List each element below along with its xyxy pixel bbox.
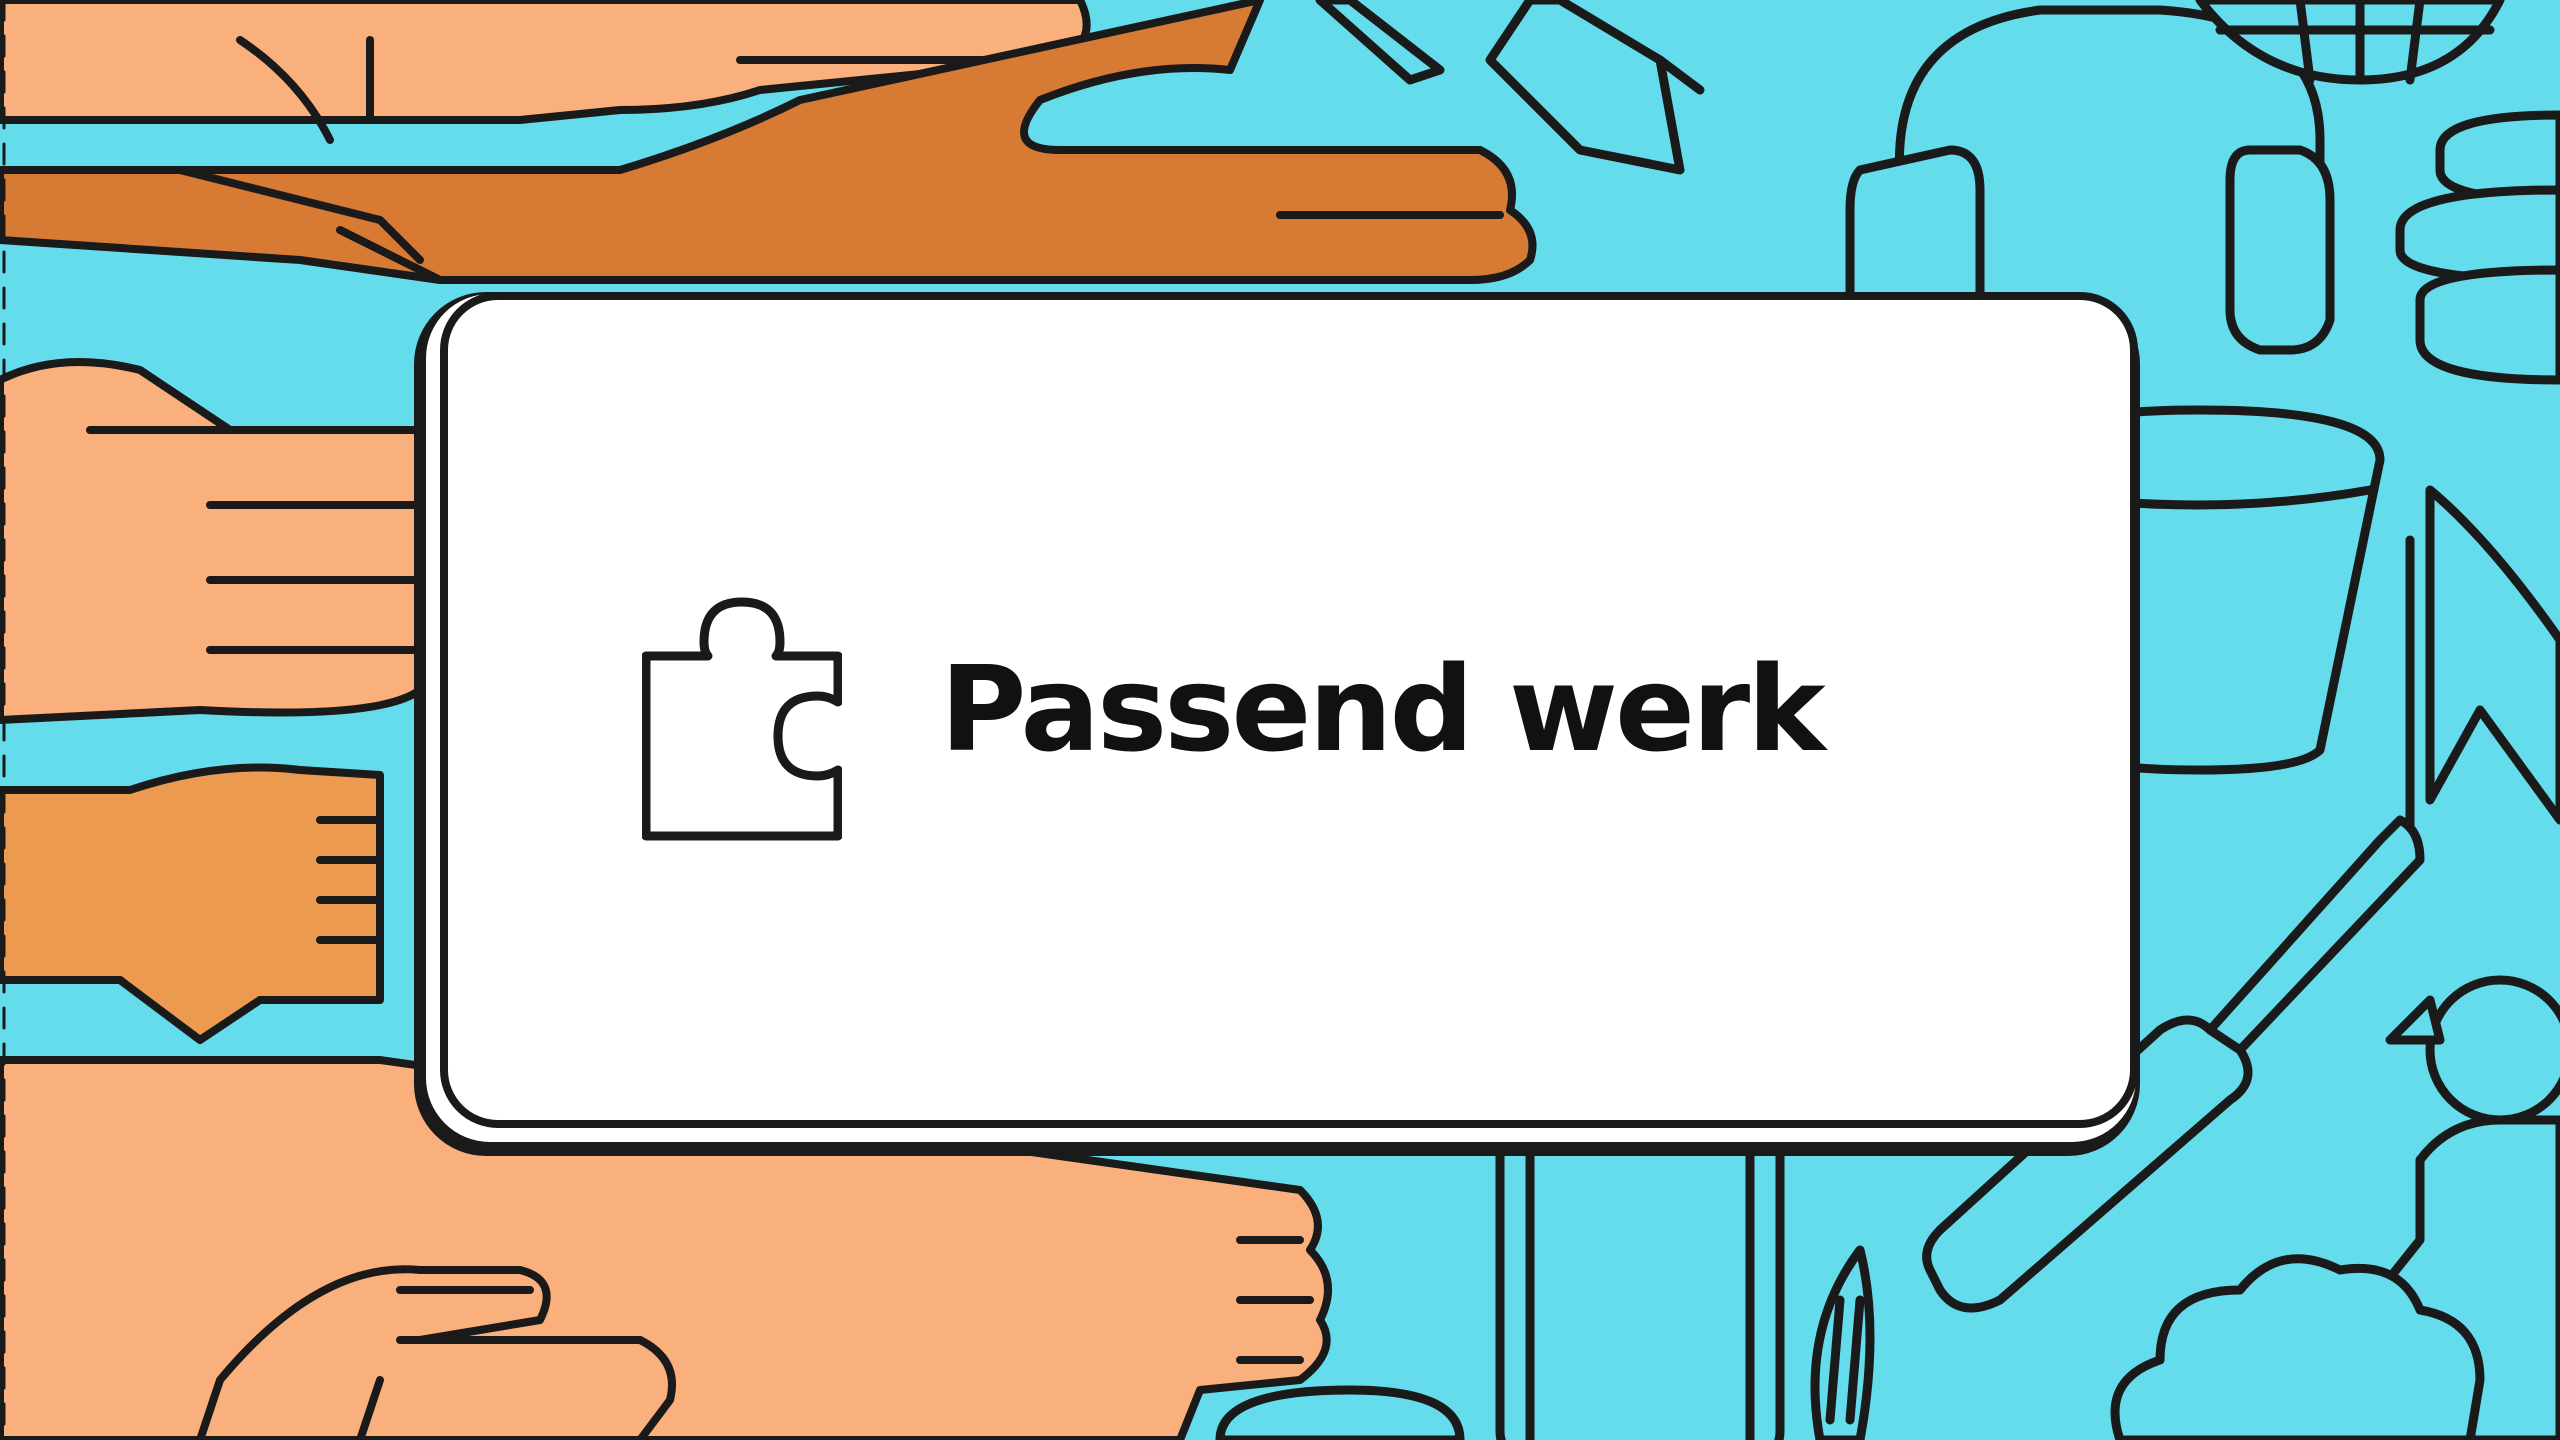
bowl-icon (1215, 1385, 1465, 1440)
banner: Passend werk (0, 0, 2560, 1440)
page-title: Passend werk (940, 640, 1826, 778)
smartphone-icon (1495, 1115, 1785, 1440)
puzzle-piece-icon (642, 597, 842, 841)
